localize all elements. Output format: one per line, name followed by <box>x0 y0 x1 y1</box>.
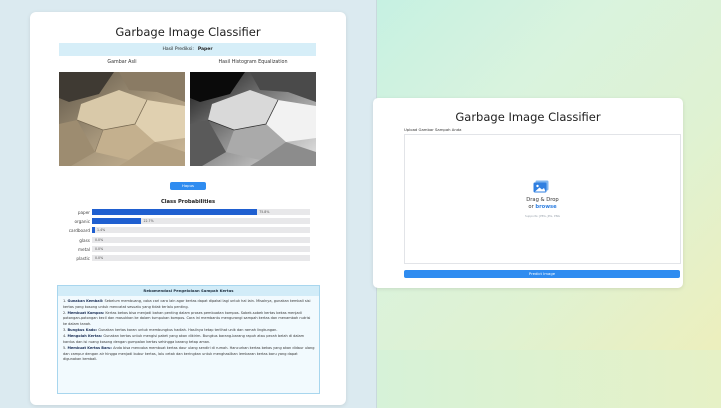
upload-label: Upload Gambar Sampah Anda <box>404 127 462 132</box>
probability-track: 22.7% <box>92 218 310 225</box>
supported-formats-text: Supports: JPEG, JPG, PNG <box>525 214 560 218</box>
recommendation-title: Rekomendasi Pengelolaan Sampah Kertas <box>58 286 319 296</box>
recommendation-item: 5. Membuat Kertas Baru: Anda bisa mencob… <box>63 346 315 363</box>
delete-button[interactable]: Hapus <box>170 182 206 190</box>
recommendation-heading: Mengolah Kertas: <box>67 334 103 339</box>
equalized-image-label: Hasil Histogram Equalization <box>218 60 288 65</box>
predict-button[interactable]: Predict Image <box>404 270 680 278</box>
probability-bar <box>92 209 258 215</box>
recommendation-box: Rekomendasi Pengelolaan Sampah Kertas 1.… <box>57 285 320 394</box>
prediction-label: Hasil Prediksi: <box>162 47 194 52</box>
recommendation-heading: Gunakan Kembali: <box>67 299 104 303</box>
dropzone-or-text: or <box>528 204 534 210</box>
probability-value: 1.4% <box>97 228 106 233</box>
result-card: Garbage Image Classifier Hasil Prediksi:… <box>30 12 346 405</box>
probability-bar <box>92 227 96 234</box>
probability-track: 0.0% <box>92 236 310 243</box>
probability-track: 0.0% <box>92 245 310 252</box>
image-upload-icon <box>533 180 549 193</box>
probability-label: paper <box>77 210 90 215</box>
probability-value: 0.0% <box>95 237 104 242</box>
probability-track: 1.4% <box>92 227 310 234</box>
recommendation-item: 4. Mengolah Kertas: Gunakan kertas untuk… <box>63 334 315 345</box>
recommendation-list: 1. Gunakan Kembali: Sebelum membuang, co… <box>63 299 315 364</box>
probability-row-glass: glass 0.0% <box>60 236 310 244</box>
drop-zone[interactable]: Drag & Drop or browse Supports: JPEG, JP… <box>404 134 681 264</box>
original-image <box>59 72 185 166</box>
recommendation-item: 2. Membuat Kompos: Kertas bekas bisa men… <box>63 311 315 328</box>
prediction-banner: Hasil Prediksi: Paper <box>59 43 316 56</box>
probability-label: cardboard <box>68 228 90 234</box>
probability-track: 0.0% <box>92 255 310 261</box>
probability-label: plastic <box>76 256 90 261</box>
probability-row-paper: paper 75.8% <box>60 209 310 216</box>
equalized-image <box>190 72 316 166</box>
probability-label: glass <box>79 237 90 243</box>
probability-value: 75.8% <box>259 210 270 214</box>
original-image-label: Gambar Asli <box>107 60 137 65</box>
probability-label: metal <box>77 246 90 252</box>
upload-card: Garbage Image Classifier Upload Gambar S… <box>373 98 683 288</box>
recommendation-heading: Bungkus Kado: <box>67 328 98 333</box>
probability-row-cardboard: cardboard 1.4% <box>60 227 310 234</box>
upload-page-title: Garbage Image Classifier <box>455 110 601 124</box>
probability-bar <box>92 218 142 225</box>
recommendation-item: 3. Bungkus Kado: Gunakan kertas koran un… <box>63 328 315 334</box>
probability-value: 0.0% <box>95 246 104 251</box>
probability-row-metal: metal 0.0% <box>60 245 310 253</box>
dropzone-browse-line: or browse <box>405 204 680 210</box>
probability-value: 0.0% <box>95 256 104 260</box>
recommendation-text: Gunakan kertas koran untuk membungkus ha… <box>97 328 278 333</box>
probability-row-organic: organic 22.7% <box>60 218 310 225</box>
probabilities-title: Class Probabilities <box>160 199 216 205</box>
recommendation-heading: Membuat Kertas Baru: <box>67 346 112 351</box>
probability-track: 75.8% <box>92 209 310 215</box>
dropzone-main-text: Drag & Drop <box>526 197 559 203</box>
prediction-value: Paper <box>197 47 213 52</box>
probability-value: 22.7% <box>143 219 154 224</box>
page-title: Garbage Image Classifier <box>115 25 261 39</box>
recommendation-heading: Membuat Kompos: <box>67 310 105 315</box>
probability-label: organic <box>74 219 90 225</box>
right-lower-background <box>376 350 721 408</box>
browse-link[interactable]: browse <box>535 204 556 210</box>
probability-row-plastic: plastic 0.0% <box>60 255 310 262</box>
recommendation-item: 1. Gunakan Kembali: Sebelum membuang, co… <box>63 299 315 310</box>
